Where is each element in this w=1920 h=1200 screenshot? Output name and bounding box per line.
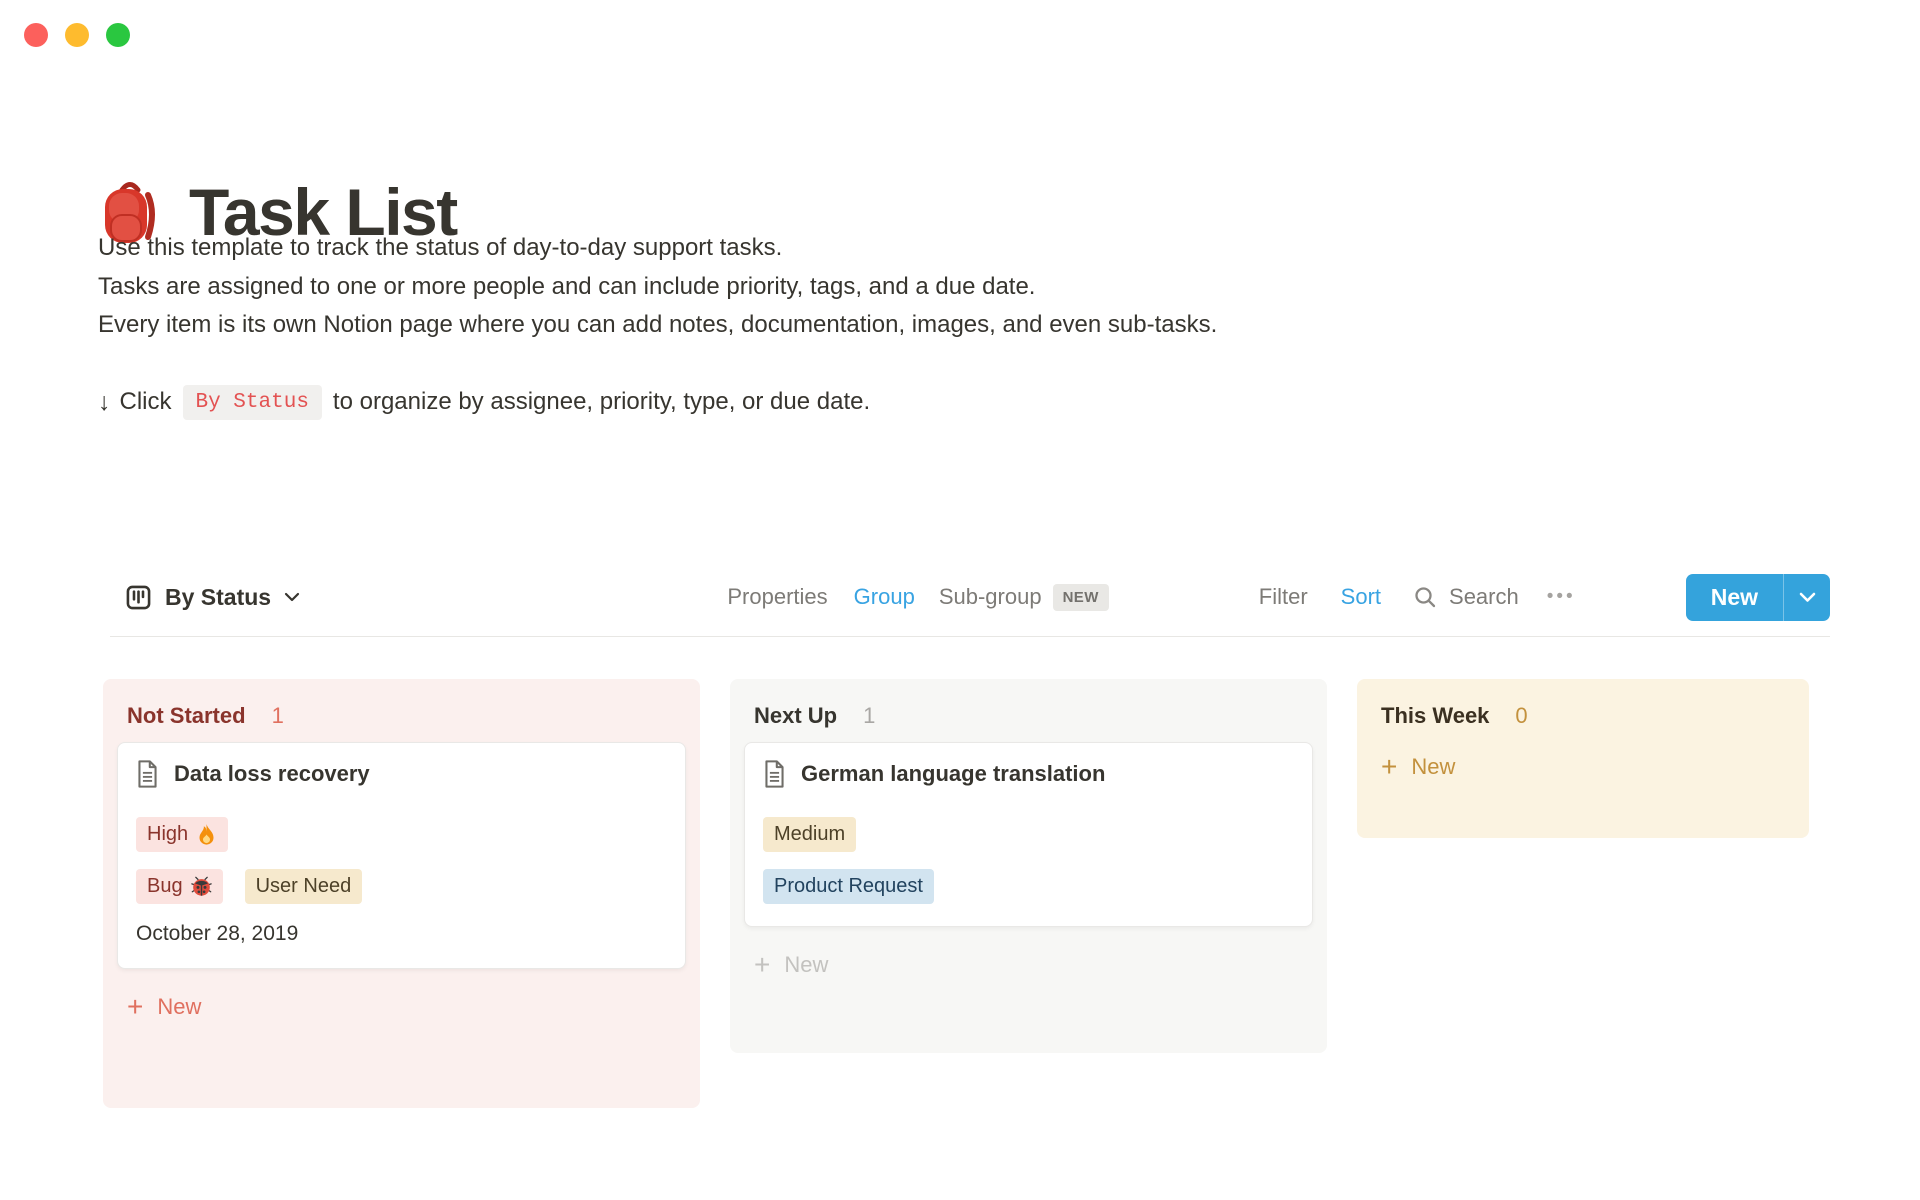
description-line: Tasks are assigned to one or more people… <box>98 268 1217 307</box>
card-data-loss-recovery[interactable]: Data loss recovery High Bug <box>117 742 686 969</box>
tag-row: High <box>136 817 667 852</box>
tag-row: Medium <box>763 817 1294 852</box>
card-german-language-translation[interactable]: German language translation Medium Produ… <box>744 742 1313 927</box>
add-card-button-not-started[interactable]: + New <box>117 986 686 1028</box>
bug-icon <box>191 876 212 897</box>
tag-user-need: User Need <box>245 869 363 904</box>
column-count: 1 <box>272 703 284 729</box>
board-view-icon <box>125 584 152 611</box>
fire-icon <box>196 823 217 846</box>
description-line: Every item is its own Notion page where … <box>98 306 1217 345</box>
properties-button[interactable]: Properties <box>727 584 827 610</box>
filter-button[interactable]: Filter <box>1259 584 1308 610</box>
minimize-button[interactable] <box>65 23 89 47</box>
view-toolbar: By Status Properties Group Sub-group NEW… <box>110 558 1830 637</box>
tag-high: High <box>136 817 228 852</box>
column-header: This Week 0 <box>1371 693 1795 742</box>
tag-label: Bug <box>147 873 183 900</box>
new-item-button[interactable]: New <box>1686 574 1830 621</box>
new-item-button-label[interactable]: New <box>1686 574 1783 621</box>
plus-icon: + <box>754 954 770 976</box>
plus-icon: + <box>127 996 143 1018</box>
column-header: Not Started 1 <box>117 693 686 742</box>
column-count: 1 <box>863 703 875 729</box>
tag-medium: Medium <box>763 817 856 852</box>
view-name: By Status <box>165 584 271 611</box>
column-name: Next Up <box>754 703 837 729</box>
search-button[interactable]: Search <box>1413 584 1519 610</box>
column-next-up: Next Up 1 German language translation <box>730 679 1327 1053</box>
toolbar-actions: Properties Group Sub-group NEW Filter So… <box>727 574 1830 621</box>
tag-row: Product Request <box>763 869 1294 904</box>
tag-row: Bug <box>136 869 667 904</box>
callout-text-after: to organize by assignee, priority, type,… <box>333 388 870 416</box>
more-options-button[interactable]: ••• <box>1547 586 1576 608</box>
page-icon <box>136 760 159 788</box>
callout-line: ↓ Click By Status to organize by assigne… <box>98 381 870 423</box>
card-title-row: German language translation <box>763 760 1294 788</box>
tag-label: Medium <box>774 821 845 848</box>
tag-bug: Bug <box>136 869 223 904</box>
tag-label: User Need <box>256 873 352 900</box>
down-arrow-icon: ↓ <box>98 388 111 417</box>
tag-product-request: Product Request <box>763 869 934 904</box>
plus-icon: + <box>1381 756 1397 778</box>
card-title-row: Data loss recovery <box>136 760 667 788</box>
close-button[interactable] <box>24 23 48 47</box>
search-label: Search <box>1449 584 1519 610</box>
column-name: Not Started <box>127 703 246 729</box>
card-title: Data loss recovery <box>174 761 370 787</box>
fullscreen-button[interactable] <box>106 23 130 47</box>
group-button[interactable]: Group <box>854 584 915 610</box>
new-button-dropdown[interactable] <box>1784 574 1830 621</box>
column-this-week: This Week 0 + New <box>1357 679 1809 838</box>
search-icon <box>1413 585 1437 609</box>
window-controls <box>24 23 130 47</box>
column-name: This Week <box>1381 703 1489 729</box>
add-card-label: New <box>1411 754 1455 780</box>
column-header: Next Up 1 <box>744 693 1313 742</box>
new-feature-badge: NEW <box>1053 584 1109 611</box>
page-description: Use this template to track the status of… <box>98 229 1217 345</box>
add-card-label: New <box>157 994 201 1020</box>
tag-label: Product Request <box>774 873 923 900</box>
tag-label: High <box>147 821 188 848</box>
description-line: Use this template to track the status of… <box>98 229 1217 268</box>
callout-text-before: Click <box>120 388 172 416</box>
card-due-date: October 28, 2019 <box>136 922 667 946</box>
sort-button[interactable]: Sort <box>1341 584 1381 610</box>
view-switcher[interactable]: By Status <box>125 584 300 611</box>
add-card-button-next-up[interactable]: + New <box>744 944 1313 986</box>
column-count: 0 <box>1515 703 1527 729</box>
column-not-started: Not Started 1 Data loss recovery <box>103 679 700 1108</box>
add-card-button-this-week[interactable]: + New <box>1371 746 1795 788</box>
card-title: German language translation <box>801 761 1105 787</box>
add-card-label: New <box>784 952 828 978</box>
by-status-code-badge: By Status <box>183 385 322 420</box>
page-icon <box>763 760 786 788</box>
chevron-down-icon <box>284 592 300 602</box>
kanban-board: Not Started 1 Data loss recovery <box>103 679 1809 1108</box>
subgroup-button[interactable]: Sub-group <box>939 584 1042 610</box>
